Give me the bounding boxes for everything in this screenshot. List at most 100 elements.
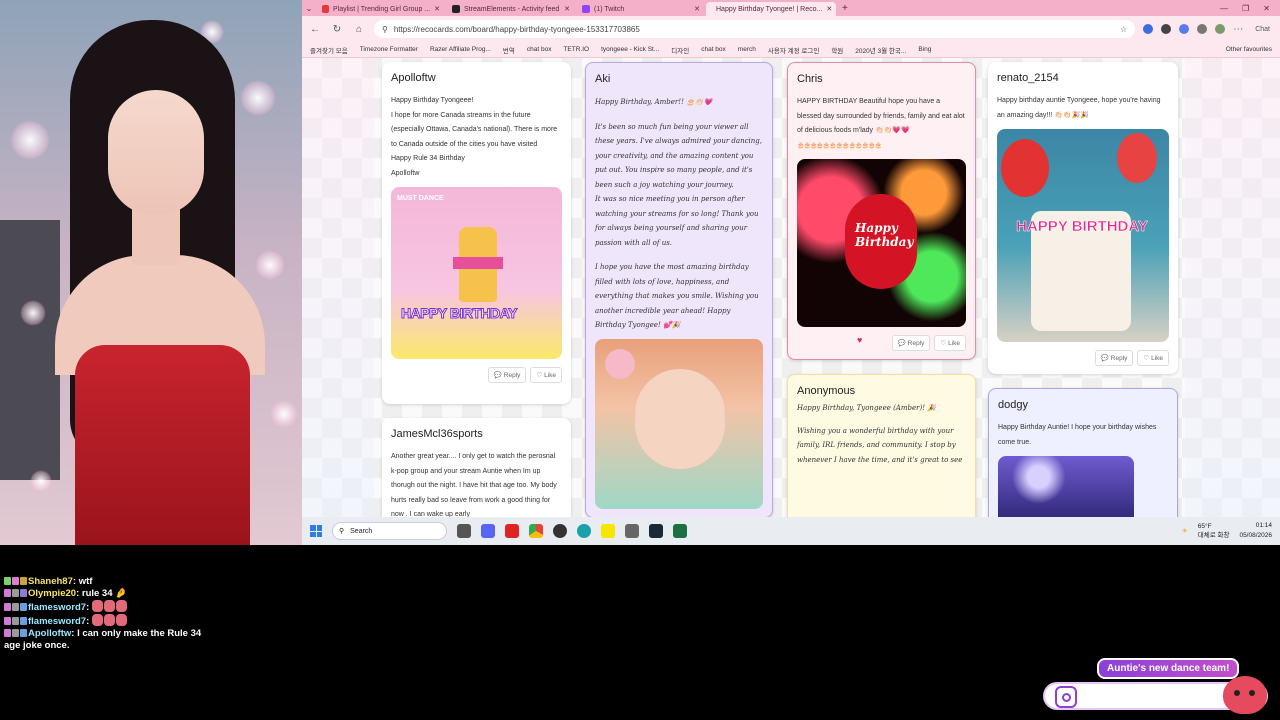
- back-icon[interactable]: ←: [308, 24, 322, 35]
- bookmark-item[interactable]: 디자인: [671, 45, 689, 55]
- bookmark-item[interactable]: 사용자 계정 로그인: [768, 45, 819, 55]
- recocards-board: Apolloftw Happy Birthday Tyongeee! I hop…: [302, 58, 1280, 517]
- tab-label: StreamElements - Activity feed: [464, 5, 560, 13]
- extension-icon[interactable]: [1161, 24, 1172, 34]
- bookmark-item[interactable]: chat box: [527, 46, 552, 53]
- gif-caption: Happy Birthday: [855, 221, 914, 249]
- bookmark-item[interactable]: Bing: [918, 46, 931, 53]
- webcam-feed: [0, 0, 302, 545]
- reload-icon[interactable]: ↻: [330, 24, 344, 35]
- tab-playlist[interactable]: Playlist | Trending Girl Group ... ✕: [316, 2, 446, 16]
- steam-icon[interactable]: [649, 524, 663, 538]
- card-author: JamesMcl36sports: [391, 428, 483, 440]
- extension-icon[interactable]: [1179, 24, 1190, 34]
- url-text: https://recocards.com/board/happy-birthd…: [393, 24, 640, 34]
- message-card: Aki Happy Birthday, Amber!! 🎂👏🏻💗 It's be…: [585, 62, 773, 517]
- close-tab-icon[interactable]: ✕: [826, 5, 832, 13]
- card-text: Another great year.... I only get to wat…: [391, 453, 557, 517]
- like-button[interactable]: ♡ Like: [1137, 350, 1169, 366]
- taskbar-search[interactable]: ⚲ Search: [332, 522, 447, 540]
- tab-recocards[interactable]: Happy Birthday Tyongee! | Reco... ✕: [706, 2, 836, 16]
- concert-image: [998, 456, 1134, 517]
- tab-streamelements[interactable]: StreamElements - Activity feed ✕: [446, 2, 576, 16]
- reply-button[interactable]: 💬 Reply: [487, 367, 527, 383]
- app-icon[interactable]: [625, 524, 639, 538]
- close-tab-icon[interactable]: ✕: [694, 5, 700, 13]
- streamelements-icon: [452, 5, 460, 13]
- card-text: Happy Birthday Auntie! I hope your birth…: [998, 424, 1157, 446]
- weather-widget[interactable]: 65°F 대체로 화창: [1198, 522, 1230, 540]
- start-icon[interactable]: [310, 525, 322, 537]
- temperature: 65°F: [1197, 523, 1212, 530]
- home-icon[interactable]: ⌂: [352, 24, 366, 35]
- badge-icons: [4, 629, 27, 637]
- reply-button[interactable]: 💬 Reply: [891, 335, 931, 351]
- profile-avatar-icon[interactable]: [1215, 24, 1226, 34]
- chrome-icon[interactable]: [529, 524, 543, 538]
- site-info-icon[interactable]: ⚲: [382, 25, 388, 34]
- party-decor-right: [1185, 58, 1280, 517]
- search-label: Search: [350, 527, 373, 535]
- party-decor-left: [302, 58, 374, 517]
- streamer-face: [108, 90, 204, 215]
- kakaotalk-icon[interactable]: [601, 524, 615, 538]
- message-card: Apolloftw Happy Birthday Tyongeee! I hop…: [382, 62, 571, 404]
- close-window-icon[interactable]: ✕: [1263, 4, 1270, 13]
- bookmark-item[interactable]: 2020년 3월 한국...: [855, 45, 906, 55]
- close-tab-icon[interactable]: ✕: [434, 5, 440, 13]
- bookmark-item[interactable]: TETR.IO: [563, 46, 589, 53]
- excel-icon[interactable]: [673, 524, 687, 538]
- emote-icon: [91, 600, 103, 612]
- favorite-star-icon[interactable]: ☆: [1120, 25, 1127, 34]
- bookmark-item[interactable]: tyongeee - Kick St...: [601, 46, 659, 53]
- reply-button[interactable]: 💬 Reply: [1094, 350, 1134, 366]
- obs-icon[interactable]: [553, 524, 567, 538]
- extension-icon[interactable]: [1143, 24, 1154, 34]
- emote-icon: [91, 614, 103, 626]
- extension-icon[interactable]: [1197, 24, 1208, 34]
- bookmark-item[interactable]: 즐겨찾기 모음: [310, 45, 348, 55]
- bookmark-item[interactable]: 번역: [503, 45, 515, 55]
- discord-icon[interactable]: [481, 524, 495, 538]
- date: 05/08/2026: [1239, 532, 1272, 539]
- card-text: Happy Birthday Tyongeee!: [391, 97, 474, 104]
- tab-list-chevron-icon[interactable]: ⌄: [302, 4, 316, 13]
- new-tab-button[interactable]: +: [836, 3, 854, 14]
- message-card: JamesMcl36sports Another great year.... …: [382, 418, 571, 517]
- close-tab-icon[interactable]: ✕: [564, 5, 570, 13]
- tab-label: Happy Birthday Tyongee! | Reco...: [716, 5, 823, 13]
- like-button[interactable]: ♡ Like: [530, 367, 562, 383]
- app-icon[interactable]: [505, 524, 519, 538]
- chat-username: flamesword7: [28, 616, 87, 627]
- minimize-icon[interactable]: —: [1220, 4, 1228, 13]
- chat-message: Olympie20: rule 34 🤌: [4, 588, 204, 600]
- bookmark-item[interactable]: Other favourites: [1226, 46, 1272, 53]
- card-text: It was so nice meeting you in person aft…: [595, 195, 759, 247]
- chat-message: flamesword7:: [4, 600, 204, 614]
- edge-icon[interactable]: [577, 524, 591, 538]
- chat-text: rule 34 🤌: [81, 588, 127, 599]
- more-icon[interactable]: ⋯: [1233, 24, 1243, 35]
- stream-chat-overlay: Shaneh87: wtf Olympie20: rule 34 🤌 flame…: [4, 576, 204, 652]
- bookmark-item[interactable]: chat box: [701, 46, 726, 53]
- birthday-cake-image: HAPPY BIRTHDAY: [997, 129, 1169, 342]
- bookmark-item[interactable]: 학원: [831, 45, 843, 55]
- url-bar[interactable]: ⚲ https://recocards.com/board/happy-birt…: [374, 20, 1136, 38]
- copilot-chat-button[interactable]: Chat: [1251, 26, 1274, 33]
- clock[interactable]: 01:14 05/08/2026: [1239, 521, 1272, 541]
- card-text: Happy birthday auntie Tyongeee, hope you…: [997, 97, 1161, 119]
- maximize-icon[interactable]: ❐: [1242, 4, 1249, 13]
- instagram-icon[interactable]: [1055, 686, 1077, 708]
- emote-icon: [103, 614, 115, 626]
- fireworks-heart-gif: Happy Birthday: [797, 159, 966, 327]
- message-card: dodgy Happy Birthday Auntie! I hope your…: [988, 388, 1178, 517]
- bookmark-item[interactable]: Timezone Formatter: [360, 46, 418, 53]
- bookmark-item[interactable]: merch: [738, 46, 756, 53]
- bookmark-item[interactable]: Razer Affiliate Prog...: [430, 46, 491, 53]
- weather-description: 대체로 화창: [1197, 532, 1230, 539]
- tab-twitch[interactable]: (1) Twitch ✕: [576, 2, 706, 16]
- like-button[interactable]: ♡ Like: [934, 335, 966, 351]
- task-view-icon[interactable]: [457, 524, 471, 538]
- weather-icon: ☀: [1181, 528, 1188, 535]
- twitch-icon: [582, 5, 590, 13]
